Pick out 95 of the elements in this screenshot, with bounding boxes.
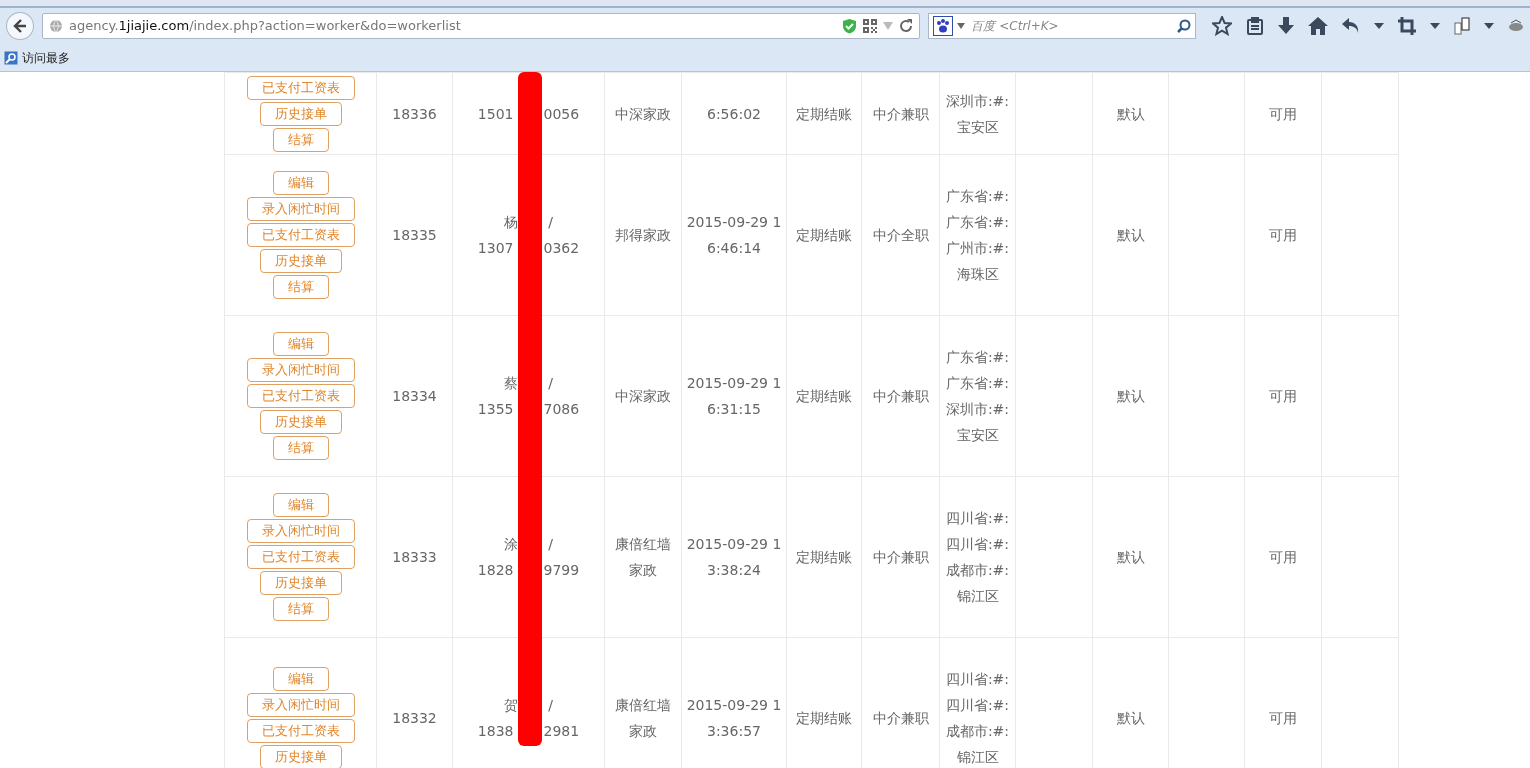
shield-icon[interactable]	[842, 18, 858, 34]
phone-text: 1501	[477, 105, 514, 122]
dropdown-arrow-icon[interactable]	[1430, 23, 1440, 29]
table-cell: 默认	[1092, 154, 1169, 316]
action-button[interactable]: 历史接单	[259, 410, 342, 434]
name-text: /	[548, 536, 553, 552]
home-icon[interactable]	[1308, 17, 1328, 35]
action-button[interactable]: 已支付工资表	[246, 545, 355, 569]
bookmark-folder[interactable]: 访问最多	[4, 48, 70, 67]
address-bar[interactable]: agency.1jiajie.com/index.php?action=worker&do=workerlist	[41, 13, 921, 39]
action-button[interactable]: 历史接单	[259, 101, 342, 126]
settlement-cell: 定期结账	[786, 154, 862, 316]
company-cell: 中深家政	[604, 315, 682, 477]
job-type-cell: 中介兼职	[861, 476, 940, 638]
settlement-cell: 定期结账	[786, 476, 862, 638]
settlement-cell: 定期结账	[786, 315, 862, 477]
action-button[interactable]: 录入闲忙时间	[246, 197, 355, 221]
action-button[interactable]: 已支付工资表	[246, 719, 355, 743]
search-field[interactable]: 百度 <Ctrl+K>	[928, 13, 1196, 39]
action-button[interactable]: 结算	[272, 127, 329, 152]
star-icon[interactable]	[1212, 16, 1232, 36]
phone-text: 1828	[477, 562, 514, 578]
date-cell: 2015-09-29 1 6:46:14	[681, 154, 787, 316]
search-icon[interactable]	[1177, 19, 1191, 33]
name-text: /	[548, 214, 553, 230]
action-button[interactable]: 编辑	[272, 667, 329, 691]
table-cell: 可用	[1244, 315, 1322, 477]
action-button[interactable]: 历史接单	[259, 745, 342, 768]
dropdown-arrow-icon[interactable]	[1484, 23, 1494, 29]
name-text: 杨	[504, 214, 519, 230]
back-button[interactable]	[6, 12, 34, 40]
date-cell: 6:56:02	[681, 72, 787, 155]
name-text: 涂	[504, 536, 519, 552]
table-cell: 可用	[1244, 476, 1322, 638]
address-cell: 广东省:#: 广东省:#: 广州市:#: 海珠区	[939, 154, 1016, 316]
reload-icon[interactable]	[899, 19, 914, 33]
name-text: 贺	[504, 697, 519, 713]
back-arrow-icon[interactable]	[11, 18, 28, 34]
company-cell: 康倍红墙 家政	[604, 476, 682, 638]
clipboard-icon[interactable]	[1246, 17, 1264, 35]
phone-text: 0362	[543, 240, 580, 256]
name-text: /	[548, 375, 553, 391]
id-cell: 18336	[376, 72, 453, 155]
action-button[interactable]: 编辑	[272, 493, 329, 517]
address-cell: 四川省:#: 四川省:#: 成都市:#: 锦江区	[939, 476, 1016, 638]
download-arrow-icon[interactable]	[1278, 17, 1294, 35]
id-cell: 18334	[376, 315, 453, 477]
action-button[interactable]: 结算	[272, 275, 329, 299]
job-type-cell: 中介全职	[861, 154, 940, 316]
dropdown-arrow-icon[interactable]	[957, 23, 966, 29]
date-cell: 2015-09-29 1 6:31:15	[681, 315, 787, 477]
url-text: agency.1jiajie.com/index.php?action=worker&do=workerlist	[68, 17, 462, 36]
action-button[interactable]: 已支付工资表	[246, 223, 355, 247]
job-type-cell: 中介兼职	[861, 315, 940, 477]
company-cell: 中深家政	[604, 72, 682, 155]
job-type-cell: 中介兼职	[861, 72, 940, 155]
action-button[interactable]: 结算	[272, 436, 329, 460]
paw-icon[interactable]	[933, 16, 954, 36]
phone-text: 7086	[543, 401, 580, 417]
action-button[interactable]: 历史接单	[259, 571, 342, 595]
action-button[interactable]: 编辑	[272, 332, 329, 356]
phone-text: 1355	[477, 401, 514, 417]
action-button[interactable]: 录入闲忙时间	[246, 693, 355, 717]
address-cell: 深圳市:#: 宝安区	[939, 72, 1016, 155]
phone-text: 2981	[543, 723, 580, 739]
phone-text: 0056	[543, 105, 580, 122]
phone-text: 1307	[477, 240, 514, 256]
action-button[interactable]: 已支付工资表	[246, 384, 355, 408]
settlement-cell: 定期结账	[786, 72, 862, 155]
undo-arrow-icon[interactable]	[1342, 18, 1360, 34]
dropdown-arrow-icon[interactable]	[1374, 23, 1384, 29]
action-button[interactable]: 历史接单	[259, 249, 342, 273]
table-cell: 默认	[1092, 72, 1169, 155]
action-button[interactable]: 录入闲忙时间	[246, 358, 355, 382]
id-cell: 18333	[376, 476, 453, 638]
qr-code-icon[interactable]	[863, 19, 878, 33]
table-cell: 可用	[1244, 154, 1322, 316]
action-button[interactable]: 编辑	[272, 171, 329, 195]
table-cell: 可用	[1244, 72, 1322, 155]
magnifier-folder-icon[interactable]	[4, 50, 18, 65]
name-text: /	[548, 697, 553, 713]
name-text: 蔡	[504, 375, 519, 391]
company-cell: 邦得家政	[604, 154, 682, 316]
table-cell: 默认	[1092, 476, 1169, 638]
table-cell: 默认	[1092, 315, 1169, 477]
action-button[interactable]: 结算	[272, 597, 329, 621]
phone-text: 9799	[543, 562, 580, 578]
globe-icon	[48, 19, 63, 33]
address-cell: 广东省:#: 广东省:#: 深圳市:#: 宝安区	[939, 315, 1016, 477]
action-button[interactable]: 已支付工资表	[246, 75, 355, 100]
id-cell: 18335	[376, 154, 453, 316]
phone-text: 1838	[477, 723, 514, 739]
date-cell: 2015-09-29 1 3:38:24	[681, 476, 787, 638]
action-button[interactable]: 录入闲忙时间	[246, 519, 355, 543]
crop-icon[interactable]	[1398, 17, 1416, 35]
